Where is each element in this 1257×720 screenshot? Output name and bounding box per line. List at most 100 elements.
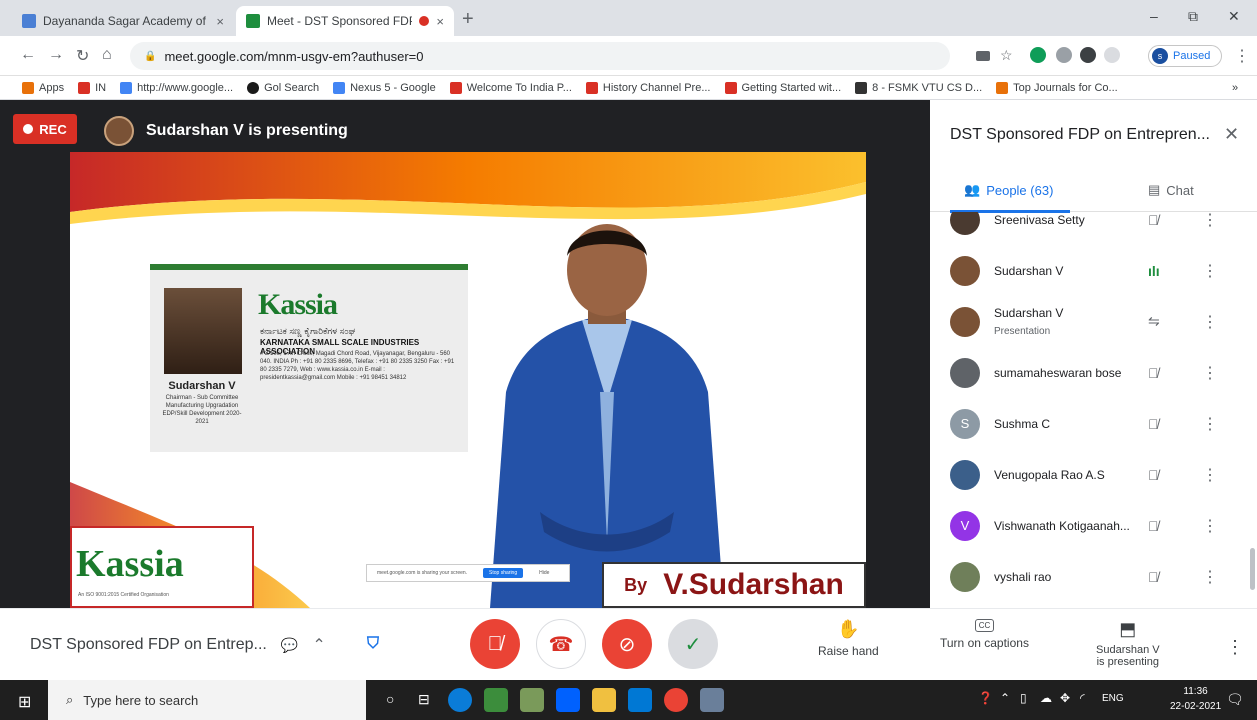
cloud-icon[interactable]: ☁ [1040,691,1052,705]
bookmark-journals[interactable]: Top Journals for Co... [996,81,1118,94]
gol-icon [247,81,260,94]
tab-chat[interactable]: ▤ Chat [1148,182,1194,198]
tab-close-icon[interactable]: × [436,14,444,29]
more-options-icon[interactable]: ⋮ [1202,261,1218,281]
more-options-icon[interactable]: ⋮ [1202,212,1218,230]
shared-slide: Sudarshan V Chairman - Sub Committee Man… [70,152,866,608]
camera-icon[interactable] [976,51,990,61]
leave-call-button[interactable]: ☎ [536,619,586,669]
list-item[interactable]: V Vishwanath Kotigaanah... 🎙̸ ⋮ [930,500,1257,551]
back-icon[interactable]: ← [20,46,36,64]
taskbar-search[interactable]: ⌕ Type here to search [48,680,366,720]
star-icon[interactable]: ☆ [1000,47,1013,64]
byline: By V.Sudarshan [602,562,866,608]
host-controls-shield-icon[interactable]: ⛉ [362,631,384,657]
taskbar-clock[interactable]: 11:36 22-02-2021 [1170,684,1221,714]
bookmark-gol-search[interactable]: Gol Search [247,81,319,94]
panel-scrollbar[interactable] [1250,548,1255,590]
network-icon[interactable]: ✥ [1060,691,1070,705]
cortana-icon[interactable]: ○ [386,691,394,707]
tab-close-icon[interactable]: × [216,14,224,29]
extension-icon[interactable] [1030,47,1046,63]
cc-icon: CC [974,619,995,632]
more-options-icon[interactable]: ⋮ [1202,363,1218,383]
recording-dot-icon [419,16,430,26]
tab-dayananda[interactable]: Dayananda Sagar Academy of Te × [12,6,234,36]
bookmark-in[interactable]: IN [78,81,106,94]
forward-icon[interactable]: → [48,46,64,64]
bookmarks-more-icon[interactable]: » [1232,82,1238,94]
list-item[interactable]: sumamaheswaran bose 🎙̸ ⋮ [930,347,1257,398]
dropbox-icon[interactable] [556,688,580,712]
app-icon[interactable] [484,688,508,712]
profile-button[interactable]: s Paused [1148,45,1222,67]
list-item[interactable]: vyshali rao 🎙̸ ⋮ [930,551,1257,602]
meeting-details[interactable]: DST Sponsored FDP on Entrep... 💬 ⌃ [30,635,326,655]
participant-avatar [950,306,980,337]
bookmark-google[interactable]: http://www.google... [120,81,233,94]
help-icon[interactable]: ❓ [978,691,993,705]
hide-button[interactable]: Hide [539,570,549,576]
new-tab-button[interactable]: + [462,8,474,31]
reload-icon[interactable]: ↻ [76,46,89,66]
participant-avatar [950,255,980,286]
tab-title: Dayananda Sagar Academy of Te [43,14,210,28]
close-panel-icon[interactable]: ✕ [1224,124,1239,145]
home-icon[interactable]: ⌂ [102,46,112,64]
camera-toggle-button[interactable]: ⊘ [602,619,652,669]
shield-extension-icon[interactable] [1056,47,1072,63]
more-options-icon[interactable]: ⋮ [1202,414,1218,434]
google-icon [120,81,133,94]
url-bar[interactable]: 🔒 meet.google.com/mnm-usgv-em?authuser=0 [130,42,950,70]
task-view-icon[interactable]: ⊟ [418,691,430,708]
people-icon: 👥 [964,182,981,197]
presenting-button[interactable]: ⬒ Sudarshan V is presenting [1096,619,1160,668]
wifi-icon[interactable]: ◜ [1080,691,1085,705]
more-options-icon[interactable]: ⋮ [1202,567,1218,587]
card-photo [164,288,242,374]
tab-people[interactable]: 👥 People (63) [964,182,1053,198]
mic-toggle-button[interactable]: 🎙̸ [470,619,520,669]
menu-kebab-icon[interactable]: ⋮ [1234,46,1250,66]
google-icon [333,81,346,94]
list-item[interactable]: Sudarshan V ılı ⋮ [930,245,1257,296]
notification-icon[interactable]: 🗨 [1226,691,1244,708]
puzzle-icon[interactable] [1080,47,1096,63]
bookmark-nexus[interactable]: Nexus 5 - Google [333,81,436,94]
chrome-icon[interactable] [664,688,688,712]
check-button[interactable]: ✓ [668,619,718,669]
list-item[interactable]: Venugopala Rao A.S 🎙̸ ⋮ [930,449,1257,500]
close-window-button[interactable]: ✕ [1228,8,1240,25]
tab-meet[interactable]: Meet - DST Sponsored FDP × [236,6,454,36]
people-list: Sreenivasa Setty 🎙̸ ⋮ Sudarshan V ılı ⋮ … [930,212,1257,608]
list-item[interactable]: Sreenivasa Setty 🎙̸ ⋮ [930,212,1257,245]
bookmark-apps[interactable]: Apps [22,81,64,94]
mic-off-icon: 🎙̸ [1148,415,1159,432]
battery-icon[interactable]: ▯ [1020,691,1027,705]
captions-button[interactable]: CC Turn on captions [940,619,1029,650]
bookmark-india[interactable]: Welcome To India P... [449,81,572,94]
reading-list-icon[interactable] [1104,47,1120,63]
more-options-icon[interactable]: ⋮ [1202,312,1218,332]
list-item[interactable]: S Sushma C 🎙̸ ⋮ [930,398,1257,449]
bookmark-history[interactable]: History Channel Pre... [585,81,711,94]
bookmark-getting-started[interactable]: Getting Started wit... [724,81,841,94]
bookmark-fsmk[interactable]: 8 - FSMK VTU CS D... [855,81,982,94]
more-options-icon[interactable]: ⋮ [1226,637,1244,658]
minimize-button[interactable]: – [1150,8,1158,24]
stop-sharing-button[interactable]: Stop sharing [483,568,524,578]
language-indicator[interactable]: ENG [1102,693,1124,704]
file-explorer-icon[interactable] [592,688,616,712]
more-options-icon[interactable]: ⋮ [1202,465,1218,485]
store-icon[interactable] [628,688,652,712]
app-icon[interactable] [700,688,724,712]
chevron-up-icon[interactable]: ⌃ [1000,691,1010,705]
windows-start-icon[interactable]: ⊞ [18,692,31,712]
app-icon[interactable] [520,688,544,712]
restore-button[interactable]: ⧉ [1188,8,1198,25]
more-options-icon[interactable]: ⋮ [1202,516,1218,536]
visiting-card: Sudarshan V Chairman - Sub Committee Man… [150,264,468,452]
list-item[interactable]: Sudarshan V Presentation ⇋ ⋮ [930,296,1257,347]
raise-hand-button[interactable]: ✋ Raise hand [818,619,879,658]
edge-icon[interactable] [448,688,472,712]
